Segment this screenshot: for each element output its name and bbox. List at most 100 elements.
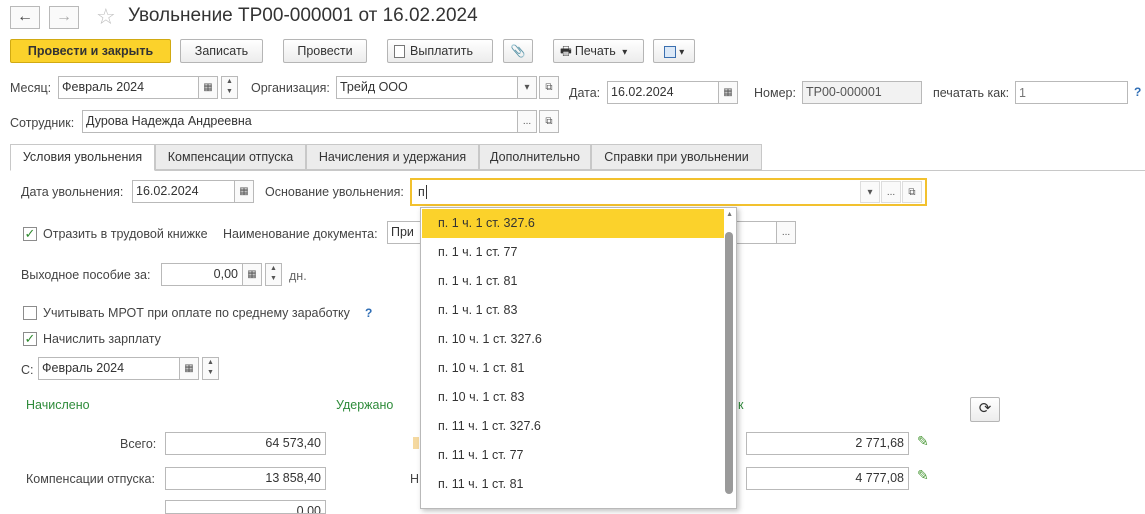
- tab-accruals-deductions[interactable]: Начисления и удержания: [306, 144, 479, 170]
- help-icon[interactable]: ?: [1134, 85, 1141, 99]
- mrot-checkbox[interactable]: [23, 306, 37, 320]
- open-icon: ⧉: [908, 187, 916, 198]
- organization-label: Организация:: [251, 81, 330, 95]
- severance-days-field[interactable]: 0,00: [161, 263, 243, 286]
- partial-value-field[interactable]: 0,00: [165, 500, 326, 514]
- organization-open-button[interactable]: ⧉: [539, 76, 559, 99]
- document-name-select-button[interactable]: ...: [776, 221, 796, 244]
- dropdown-item[interactable]: п. 1 ч. 1 ст. 81: [422, 267, 724, 296]
- month-label: Месяц:: [10, 81, 52, 95]
- check-icon: ✓: [24, 331, 36, 346]
- date-field[interactable]: 16.02.2024: [607, 81, 719, 104]
- dismissal-date-calendar-button[interactable]: ▦: [234, 180, 254, 203]
- date-calendar-button[interactable]: ▦: [718, 81, 738, 104]
- print-button[interactable]: 🖶 Печать ▾: [553, 39, 644, 63]
- back-button[interactable]: ←: [10, 6, 40, 29]
- dismissal-date-field[interactable]: 16.02.2024: [132, 180, 235, 203]
- pencil-icon[interactable]: ✎: [917, 467, 929, 484]
- basis-select-button[interactable]: ...: [881, 181, 901, 203]
- spin-down-icon: ▼: [270, 275, 277, 282]
- dropdown-item[interactable]: п. 1 ч. 1 ст. 77: [422, 238, 724, 267]
- employee-label: Сотрудник:: [10, 116, 75, 130]
- tab-dismissal-conditions[interactable]: Условия увольнения: [10, 144, 155, 171]
- spin-up-icon: ▲: [226, 78, 233, 85]
- accrue-salary-checkbox[interactable]: ✓: [23, 332, 37, 346]
- dismissal-basis-label: Основание увольнения:: [265, 185, 404, 199]
- tab-additional[interactable]: Дополнительно: [479, 144, 591, 170]
- dropdown-item[interactable]: п. 11 ч. 1 ст. 81: [422, 470, 724, 499]
- pencil-icon[interactable]: ✎: [917, 433, 929, 450]
- refresh-button[interactable]: ⟳: [970, 397, 1000, 422]
- dismissal-basis-dropdown[interactable]: п. 1 ч. 1 ст. 327.6 п. 1 ч. 1 ст. 77 п. …: [420, 207, 737, 509]
- dropdown-item[interactable]: п. 10 ч. 1 ст. 327.6: [422, 325, 724, 354]
- save-button[interactable]: Записать: [180, 39, 263, 63]
- calendar-icon: ▦: [239, 186, 249, 197]
- labor-book-label: Отразить в трудовой книжке: [43, 227, 208, 241]
- from-month-field[interactable]: Февраль 2024: [38, 357, 180, 380]
- chevron-down-icon: ▾: [867, 187, 873, 198]
- dismissal-date-label: Дата увольнения:: [21, 185, 124, 199]
- from-month-spinner[interactable]: ▲ ▼: [202, 357, 219, 380]
- dropdown-item[interactable]: п. 10 ч. 1 ст. 81: [422, 354, 724, 383]
- severance-spinner[interactable]: ▲ ▼: [265, 263, 282, 286]
- labor-book-checkbox[interactable]: ✓: [23, 227, 37, 241]
- printer-icon: 🖶: [560, 44, 572, 58]
- forward-button[interactable]: →: [49, 6, 79, 29]
- basis-open-button[interactable]: ⧉: [902, 181, 922, 203]
- month-calendar-button[interactable]: ▦: [198, 76, 218, 99]
- severance-calc-button[interactable]: ▦: [242, 263, 262, 286]
- create-based-icon: [663, 45, 676, 58]
- employee-field[interactable]: Дурова Надежда Андреевна: [82, 110, 518, 133]
- vacation-comp-label: Компенсации отпуска:: [26, 472, 155, 486]
- open-icon: ⧉: [545, 82, 553, 93]
- mrot-help-icon[interactable]: ?: [365, 306, 372, 320]
- number-field: ТР00-000001: [802, 81, 922, 104]
- chevron-down-icon: ▾: [524, 82, 530, 93]
- severance-unit: дн.: [289, 269, 307, 283]
- dropdown-item[interactable]: п. 1 ч. 1 ст. 327.6: [422, 209, 724, 238]
- month-field[interactable]: Февраль 2024: [58, 76, 199, 99]
- dropdown-item[interactable]: п. 11 ч. 1 ст. 327.6: [422, 412, 724, 441]
- number-label: Номер:: [754, 86, 796, 100]
- spin-down-icon: ▼: [226, 88, 233, 95]
- post-button[interactable]: Провести: [283, 39, 367, 63]
- tab-vacation-compensation[interactable]: Компенсации отпуска: [155, 144, 306, 170]
- vacation-comp-field[interactable]: 13 858,40: [165, 467, 326, 490]
- total-field[interactable]: 64 573,40: [165, 432, 326, 455]
- accrue-salary-label: Начислить зарплату: [43, 332, 161, 346]
- accrued-header: Начислено: [26, 398, 90, 412]
- arrow-left-icon: ←: [17, 8, 33, 25]
- scroll-up-icon[interactable]: ▲: [726, 211, 733, 218]
- basis-dropdown-button[interactable]: ▾: [860, 181, 880, 203]
- paperclip-icon: 📎: [510, 44, 526, 58]
- dropdown-item[interactable]: п. 1 ч. 1 ст. 83: [422, 296, 724, 325]
- document-name-label: Наименование документа:: [223, 227, 378, 241]
- dropdown-item[interactable]: п. 11 ч. 1 ст. 77: [422, 441, 724, 470]
- organization-dropdown-button[interactable]: ▾: [517, 76, 537, 99]
- print-as-input[interactable]: [1015, 81, 1128, 104]
- attachments-button[interactable]: 📎: [503, 39, 533, 63]
- post-and-close-button[interactable]: Провести и закрыть: [10, 39, 171, 63]
- from-label: С:: [21, 363, 34, 377]
- organization-field[interactable]: Трейд ООО: [336, 76, 518, 99]
- dismissal-basis-input[interactable]: п: [410, 178, 927, 206]
- calendar-icon: ▦: [203, 82, 213, 93]
- tab-certificates[interactable]: Справки при увольнении: [591, 144, 762, 170]
- payout-field-1[interactable]: 2 771,68: [746, 432, 909, 455]
- create-based-on-button[interactable]: ▾: [653, 39, 695, 63]
- from-month-calendar-button[interactable]: ▦: [179, 357, 199, 380]
- employee-select-button[interactable]: ...: [517, 110, 537, 133]
- month-spinner[interactable]: ▲ ▼: [221, 76, 238, 99]
- dropdown-item[interactable]: п. 10 ч. 1 ст. 83: [422, 383, 724, 412]
- total-label: Всего:: [120, 437, 157, 451]
- pay-button[interactable]: Выплатить: [387, 39, 493, 63]
- dismissal-basis-text: п: [418, 185, 425, 199]
- chevron-down-icon: ▾: [679, 47, 685, 58]
- print-as-label: печатать как:: [933, 86, 1010, 100]
- calculator-icon: ▦: [247, 269, 257, 280]
- dropdown-scroll-thumb[interactable]: [725, 232, 733, 494]
- payout-field-2[interactable]: 4 777,08: [746, 467, 909, 490]
- employee-open-button[interactable]: ⧉: [539, 110, 559, 133]
- favorite-star-icon[interactable]: ☆: [96, 4, 116, 30]
- calendar-icon: ▦: [184, 363, 194, 374]
